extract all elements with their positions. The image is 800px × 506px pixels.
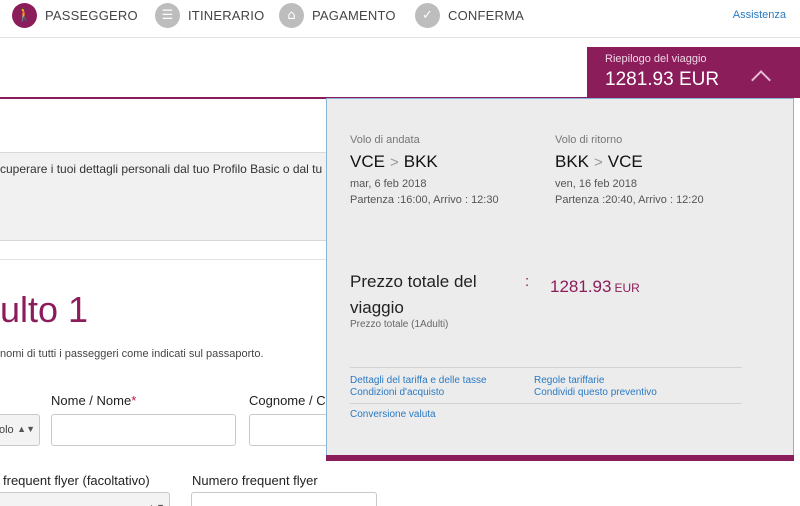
fare-rules-link[interactable]: Regole tariffarie <box>534 375 604 386</box>
return-flight: Volo di ritorno BKK > VCE ven, 16 feb 20… <box>555 134 704 206</box>
links-divider-top <box>350 367 742 368</box>
total-separator: : <box>525 273 530 290</box>
currency-conversion-link[interactable]: Conversione valuta <box>350 409 436 420</box>
step-label: CONFERMA <box>448 7 524 23</box>
chevron-right-icon: > <box>389 153 399 171</box>
assistance-link[interactable]: Assistenza <box>733 9 786 21</box>
step-label: PAGAMENTO <box>312 7 396 23</box>
required-mark: * <box>131 393 137 408</box>
outbound-date: mar, 6 feb 2018 <box>350 178 427 190</box>
total-price-value: 1281.93 EUR <box>550 277 640 297</box>
step-passeggero[interactable]: 🚶 PASSEGGERO <box>12 2 138 28</box>
panel-bottom-bar <box>326 455 794 461</box>
links-divider-bottom <box>350 403 742 404</box>
trip-summary-panel: Volo di andata VCE > BKK mar, 6 feb 2018… <box>326 98 794 460</box>
outbound-times: Partenza :16:00, Arrivo : 12:30 <box>350 194 499 206</box>
names-note: nomi di tutti i passeggeri come indicati… <box>0 348 264 360</box>
outbound-flight: Volo di andata VCE > BKK mar, 6 feb 2018… <box>350 134 499 206</box>
share-quote-link[interactable]: Condividi questo preventivo <box>534 387 657 398</box>
total-amount: 1281.93 <box>550 277 612 296</box>
payment-icon: ⌂ <box>279 2 304 28</box>
summary-title: Riepilogo del viaggio <box>605 53 707 65</box>
total-currency: EUR <box>614 281 640 295</box>
return-route: BKK > VCE <box>555 152 704 172</box>
first-name-label: Nome / Nome* <box>51 393 137 408</box>
return-header: Volo di ritorno <box>555 134 623 146</box>
select-arrows-icon: ▲▼ <box>17 424 35 434</box>
chevron-right-icon: > <box>594 153 603 171</box>
step-label: PASSEGGERO <box>45 7 138 23</box>
trip-summary-toggle[interactable]: Riepilogo del viaggio 1281.93 EUR <box>587 47 800 98</box>
step-label: ITINERARIO <box>188 7 265 23</box>
purchase-conditions-link[interactable]: Condizioni d'acquisto <box>350 387 444 398</box>
profile-info-text: cuperare i tuoi dettagli personali dal t… <box>0 162 323 176</box>
passenger-heading: ulto 1 <box>0 289 89 330</box>
title-select[interactable]: olo ▲▼ <box>0 414 40 446</box>
ff-select-value: -- -- <box>0 502 77 506</box>
booking-steps-bar: 🚶 PASSEGGERO ☰ ITINERARIO ⌂ PAGAMENTO ✓ … <box>0 0 800 38</box>
step-conferma[interactable]: ✓ CONFERMA <box>415 2 524 28</box>
itinerary-icon: ☰ <box>155 2 180 28</box>
frequent-flyer-program-label: frequent flyer (facoltativo) <box>3 473 150 488</box>
outbound-header: Volo di andata <box>350 134 420 146</box>
frequent-flyer-program-select[interactable]: -- -- ▲▼ <box>0 492 170 506</box>
step-pagamento[interactable]: ⌂ PAGAMENTO <box>279 2 396 28</box>
frequent-flyer-number-label: Numero frequent flyer <box>192 473 318 488</box>
total-price-subtitle: Prezzo totale (1Adulti) <box>350 319 449 330</box>
outbound-route: VCE > BKK <box>350 152 499 172</box>
outbound-to: BKK <box>403 152 438 171</box>
total-price-label: Prezzo totale del viaggio <box>350 272 477 317</box>
first-name-input[interactable] <box>51 414 236 446</box>
last-name-input[interactable] <box>249 414 329 446</box>
return-times: Partenza :20:40, Arrivo : 12:20 <box>555 194 704 206</box>
outbound-from: VCE <box>350 152 385 171</box>
step-itinerario[interactable]: ☰ ITINERARIO <box>155 2 264 28</box>
select-arrows-icon: ▲▼ <box>147 502 165 506</box>
section-divider <box>0 259 326 260</box>
return-from: BKK <box>555 152 590 171</box>
fare-details-link[interactable]: Dettagli del tariffa e delle tasse <box>350 375 487 386</box>
frequent-flyer-number-input[interactable] <box>191 492 377 506</box>
return-date: ven, 16 feb 2018 <box>555 178 637 190</box>
last-name-label: Cognome / C <box>249 393 326 408</box>
walking-person-icon: 🚶 <box>12 2 37 28</box>
confirm-icon: ✓ <box>415 2 440 28</box>
return-to: VCE <box>607 152 643 171</box>
title-select-value: olo <box>0 424 14 436</box>
